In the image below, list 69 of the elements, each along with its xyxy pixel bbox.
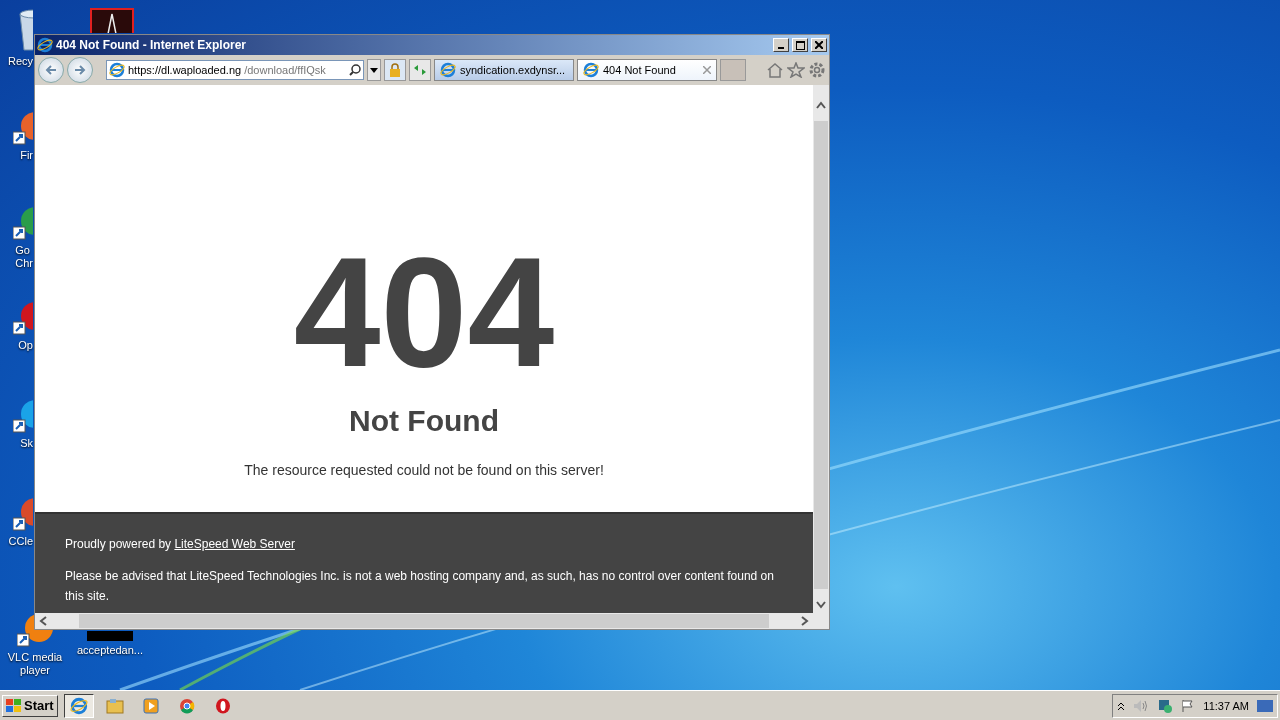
desktop-icon-label[interactable]: Op	[18, 339, 33, 352]
chrome-icon	[178, 697, 195, 714]
star-icon[interactable]	[787, 62, 805, 78]
close-button[interactable]	[811, 38, 827, 52]
left-chevron-icon	[39, 616, 47, 626]
litespeed-link[interactable]: LiteSpeed Web Server	[174, 537, 295, 551]
clock[interactable]: 11:37 AM	[1203, 699, 1249, 712]
powered-by-text: Proudly powered by	[65, 537, 172, 551]
vertical-scrollbar[interactable]	[813, 85, 829, 629]
desktop-icon-label[interactable]: Sk	[20, 437, 33, 450]
refresh-icon	[413, 64, 427, 76]
app-shortcut-icon[interactable]	[13, 496, 33, 532]
caret-icon	[370, 67, 378, 73]
ie-icon	[440, 62, 456, 78]
media-player-icon	[142, 697, 159, 714]
desktop-icon-label[interactable]: Go Chr	[15, 244, 33, 270]
show-desktop-icon[interactable]	[1257, 699, 1273, 712]
close-icon	[815, 41, 823, 49]
browser-tab[interactable]: 404 Not Found	[577, 59, 717, 81]
error-message: The resource requested could not be found on this server!	[244, 462, 604, 478]
down-chevron-icon	[816, 601, 826, 609]
network-icon[interactable]	[1157, 697, 1174, 714]
refresh-button[interactable]	[409, 59, 431, 81]
browser-tab[interactable]: syndication.exdynsr...	[434, 59, 574, 81]
ie-icon	[583, 62, 599, 78]
back-arrow-icon	[44, 63, 58, 77]
footer-notice: Please be advised that LiteSpeed Technologies Inc. is not a web hosting company and, as such, has no control over content found on this site.	[65, 568, 775, 605]
folder-icon	[105, 697, 124, 714]
address-bar[interactable]: https://dl.waploaded.ng /download/ffIQsk	[106, 60, 364, 80]
recycle-bin-icon[interactable]	[18, 8, 33, 52]
close-tab-icon[interactable]	[703, 66, 711, 74]
app-shortcut-icon[interactable]	[13, 110, 33, 146]
desktop-icon-label[interactable]: CCle	[8, 535, 33, 548]
up-chevron-icon	[816, 101, 826, 109]
start-button[interactable]: Start	[2, 694, 58, 717]
desktop-icon-label[interactable]: Fir	[20, 149, 33, 162]
window-title: 404 Not Found - Internet Explorer	[56, 38, 248, 52]
app-shortcut-icon[interactable]	[13, 205, 33, 241]
maximize-button[interactable]	[792, 38, 808, 52]
error-code: 404	[293, 242, 555, 382]
desktop-icon-label[interactable]: VLC media player	[0, 651, 70, 677]
desktop-icon-label[interactable]: acceptedan...	[76, 644, 144, 657]
chevron-up-icon[interactable]	[1117, 700, 1126, 711]
document-icon[interactable]	[90, 8, 134, 33]
taskbar-app-button[interactable]	[63, 693, 94, 718]
address-path: /download/ffIQsk	[244, 64, 326, 76]
app-shortcut-icon[interactable]	[13, 300, 33, 336]
horizontal-scrollbar[interactable]	[35, 613, 813, 629]
lock-icon	[389, 63, 401, 77]
home-icon[interactable]	[766, 62, 784, 78]
ie-icon	[37, 37, 53, 53]
settings-icon[interactable]	[808, 61, 826, 79]
dropdown-button[interactable]	[367, 59, 381, 81]
app-shortcut-icon[interactable]	[13, 398, 33, 434]
minimize-button[interactable]	[773, 38, 789, 52]
flag-icon[interactable]	[1181, 698, 1196, 713]
ie-icon	[109, 62, 125, 78]
back-button[interactable]	[38, 57, 64, 83]
address-host: https://dl.waploaded.ng	[128, 64, 242, 76]
forward-arrow-icon	[73, 63, 87, 77]
maximize-icon	[795, 40, 805, 50]
desktop-icon-label[interactable]: Recy	[7, 55, 33, 68]
ie-icon	[69, 696, 88, 715]
opera-icon	[214, 697, 231, 714]
forward-button[interactable]	[67, 57, 93, 83]
windows-logo-icon	[6, 698, 22, 713]
search-icon[interactable]	[349, 64, 361, 76]
error-heading: Not Found	[349, 404, 499, 438]
right-chevron-icon	[801, 616, 809, 626]
